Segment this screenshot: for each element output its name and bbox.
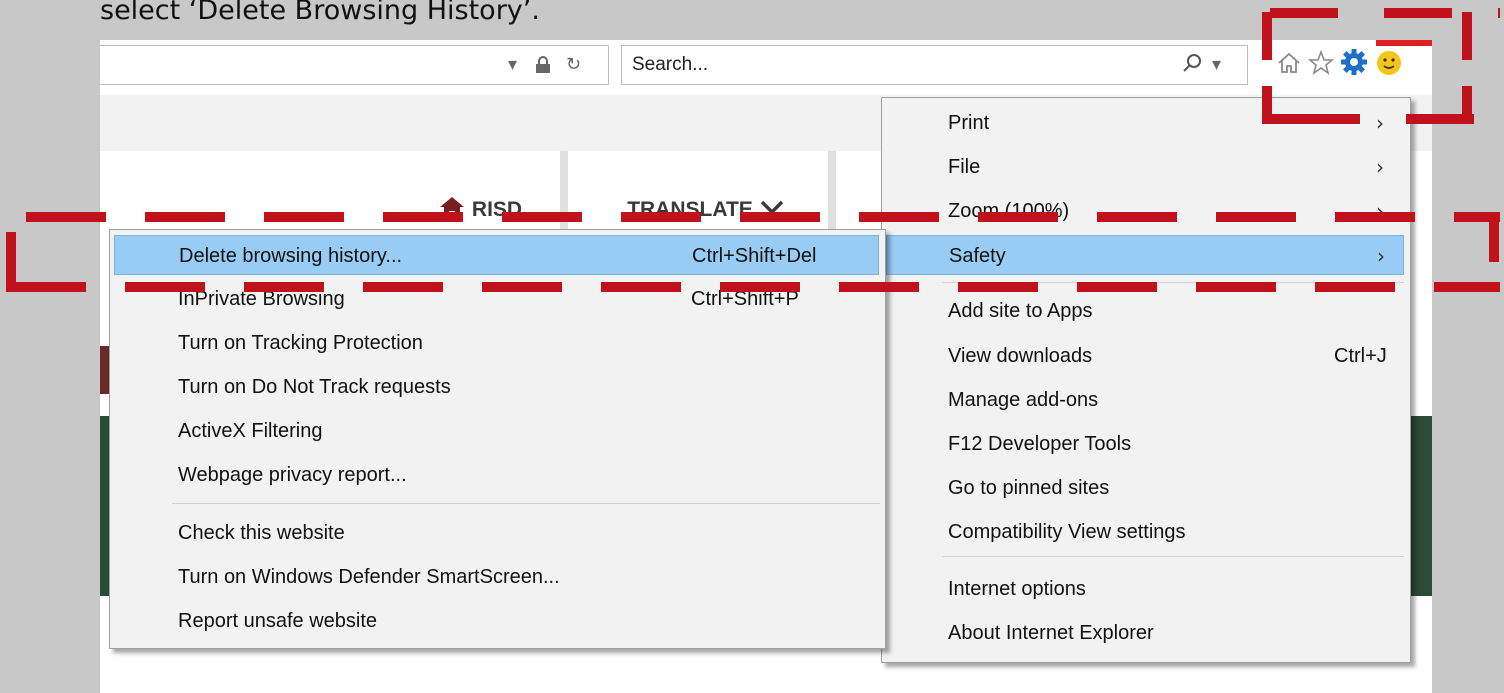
menu-item-label: Safety: [949, 245, 1006, 267]
tools-menu-item-zoom-100[interactable]: Zoom (100%) ›: [886, 191, 1404, 231]
annotation-dash: [859, 212, 939, 222]
annotation-dash: [6, 282, 86, 292]
search-dropdown-icon[interactable]: ▾: [1212, 54, 1221, 75]
menu-item-shortcut: Ctrl+J: [1334, 345, 1387, 367]
annotation-dash: [1216, 212, 1296, 222]
notification-strip: [1376, 40, 1432, 46]
annotation-dash: [1196, 282, 1276, 292]
menu-item-label: F12 Developer Tools: [948, 433, 1132, 455]
menu-item-label: Go to pinned sites: [948, 477, 1110, 499]
tools-menu-item-file[interactable]: File ›: [886, 147, 1404, 187]
annotation-dash: [1270, 114, 1360, 124]
tools-menu: Print › File › Zoom (100%) › Safety › Add site t…: [881, 97, 1411, 663]
safety-menu-item-turn-on-windows-defender-smartscreen[interactable]: Turn on Windows Defender SmartScreen...: [114, 557, 879, 597]
safety-menu-item-turn-on-tracking-protection[interactable]: Turn on Tracking Protection: [114, 323, 879, 363]
annotation-dash: [502, 212, 582, 222]
annotation-dash: [125, 282, 205, 292]
menu-item-label: File: [948, 156, 981, 178]
annotation-dash: [363, 282, 443, 292]
annotation-dash: [1097, 212, 1177, 222]
menu-separator: [172, 503, 880, 504]
menu-item-label: Delete browsing history...: [179, 245, 403, 267]
menu-item-label: Internet options: [948, 578, 1086, 600]
tools-menu-item-go-to-pinned-sites[interactable]: Go to pinned sites: [886, 468, 1404, 508]
menu-item-shortcut: Ctrl+Shift+Del: [692, 245, 817, 267]
menu-item-label: Print: [948, 112, 990, 134]
menu-item-label: View downloads: [948, 345, 1093, 367]
smiley-icon[interactable]: [1376, 50, 1402, 82]
search-box[interactable]: ▾: [621, 45, 1248, 85]
menu-item-label: Compatibility View settings: [948, 521, 1186, 543]
annotation-dash: [740, 212, 820, 222]
annotation-dash: [720, 282, 800, 292]
annotation-dash: [1489, 212, 1499, 262]
chevron-right-icon: ›: [1376, 111, 1384, 135]
safety-menu-item-activex-filtering[interactable]: ActiveX Filtering: [114, 411, 879, 451]
annotation-dash: [1489, 282, 1499, 292]
safety-submenu: Delete browsing history... Ctrl+Shift+Del…: [109, 229, 886, 649]
safety-menu-item-check-this-website[interactable]: Check this website: [114, 513, 879, 553]
menu-item-label: ActiveX Filtering: [178, 420, 323, 442]
tools-menu-item-safety[interactable]: Safety ›: [886, 235, 1404, 275]
annotation-dash: [1335, 212, 1415, 222]
annotation-dash: [6, 232, 16, 292]
search-icon[interactable]: [1182, 52, 1204, 79]
safety-menu-item-webpage-privacy-report[interactable]: Webpage privacy report...: [114, 455, 879, 495]
annotation-dash: [1262, 12, 1272, 60]
tools-menu-item-internet-options[interactable]: Internet options: [886, 569, 1404, 609]
menu-item-label: Check this website: [178, 522, 345, 544]
annotation-dash: [1384, 8, 1452, 18]
safety-menu-item-report-unsafe-website[interactable]: Report unsafe website: [114, 601, 879, 641]
chevron-right-icon: ›: [1376, 199, 1384, 223]
annotation-dash: [1270, 8, 1338, 18]
address-dropdown-icon[interactable]: ▾: [508, 54, 517, 75]
menu-item-label: Turn on Tracking Protection: [178, 332, 423, 354]
home-icon[interactable]: [1276, 50, 1302, 82]
star-icon[interactable]: [1307, 49, 1335, 82]
chevron-right-icon: ›: [1376, 155, 1384, 179]
safety-menu-item-turn-on-do-not-track-requests[interactable]: Turn on Do Not Track requests: [114, 367, 879, 407]
menu-item-label: Turn on Do Not Track requests: [178, 376, 451, 398]
annotation-dash: [1315, 282, 1395, 292]
lock-icon[interactable]: [534, 56, 552, 78]
address-field[interactable]: ▾ ↻: [100, 45, 609, 85]
tools-menu-item-view-downloads[interactable]: View downloads Ctrl+J: [886, 336, 1404, 376]
annotation-dash: [26, 212, 106, 222]
safety-menu-item-delete-browsing-history[interactable]: Delete browsing history... Ctrl+Shift+Del: [114, 235, 879, 275]
annotation-dash: [1462, 86, 1472, 124]
annotation-dash: [1077, 282, 1157, 292]
menu-item-label: About Internet Explorer: [948, 622, 1154, 644]
annotation-dash: [1462, 12, 1472, 60]
menu-item-label: Turn on Windows Defender SmartScreen...: [178, 566, 560, 588]
menu-item-label: Report unsafe website: [178, 610, 378, 632]
annotation-dash: [383, 212, 463, 222]
chevron-right-icon: ›: [1377, 244, 1385, 268]
menu-item-label: Zoom (100%): [948, 200, 1070, 222]
tools-menu-item-about-internet-explorer[interactable]: About Internet Explorer: [886, 613, 1404, 653]
annotation-dash: [1498, 8, 1500, 18]
instruction-caption: select ‘Delete Browsing History’.: [100, 0, 540, 26]
menu-item-label: Webpage privacy report...: [178, 464, 407, 486]
annotation-dash: [839, 282, 919, 292]
annotation-dash: [958, 282, 1038, 292]
gear-icon[interactable]: [1340, 48, 1368, 82]
annotation-dash: [264, 212, 344, 222]
address-bar-row: ▾ ↻ ▾: [100, 40, 1432, 95]
annotation-dash: [482, 282, 562, 292]
tools-menu-item-compatibility-view-settings[interactable]: Compatibility View settings: [886, 512, 1404, 552]
annotation-dash: [244, 282, 324, 292]
annotation-dash: [978, 212, 1058, 222]
annotation-dash: [1262, 86, 1272, 124]
menu-item-label: Manage add-ons: [948, 389, 1099, 411]
annotation-dash: [145, 212, 225, 222]
annotation-dash: [621, 212, 701, 222]
menu-separator: [942, 556, 1404, 557]
search-input[interactable]: [622, 46, 1172, 84]
refresh-icon[interactable]: ↻: [566, 54, 581, 75]
menu-item-label: Add site to Apps: [948, 300, 1093, 322]
tools-menu-item-manage-add-ons[interactable]: Manage add-ons: [886, 380, 1404, 420]
tools-menu-item-add-site-to-apps[interactable]: Add site to Apps: [886, 291, 1404, 331]
tools-menu-item-f12-developer-tools[interactable]: F12 Developer Tools: [886, 424, 1404, 464]
annotation-dash: [601, 282, 681, 292]
